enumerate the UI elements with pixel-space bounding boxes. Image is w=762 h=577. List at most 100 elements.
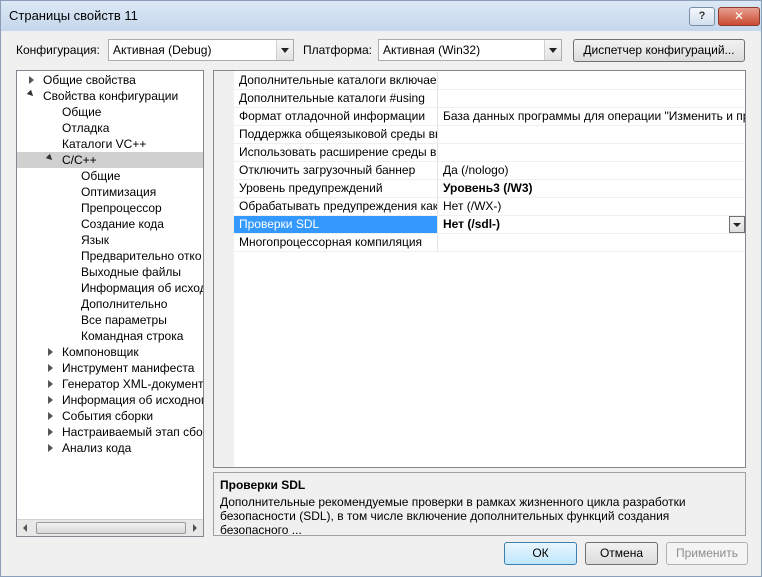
property-row-additional-include-dirs[interactable]: Дополнительные каталоги включаем — [234, 72, 745, 90]
tree-item-precompiled-headers[interactable]: Предварительно отко — [17, 248, 203, 264]
expand-arrow-icon[interactable] — [48, 412, 53, 420]
close-button[interactable]: ✕ — [718, 7, 760, 26]
expand-arrow-icon[interactable] — [48, 364, 53, 372]
tree-item-browse-information[interactable]: Информация об исход — [17, 280, 203, 296]
tree-item-code-generation[interactable]: Создание кода — [17, 216, 203, 232]
expand-arrow-icon[interactable] — [48, 428, 53, 436]
tree-item-label: Общие — [81, 169, 121, 183]
property-row-additional-using-dirs[interactable]: Дополнительные каталоги #using — [234, 90, 745, 108]
property-value[interactable]: Уровень3 (/W3) — [439, 180, 745, 197]
property-row-windows-runtime-ext[interactable]: Использовать расширение среды вы — [234, 144, 745, 162]
property-row-treat-warnings-as-errors[interactable]: Обрабатывать предупреждения как Нет (/WX… — [234, 198, 745, 216]
property-row-sdl-checks[interactable]: Проверки SDL Нет (/sdl-) — [234, 216, 745, 234]
tree-item-language[interactable]: Язык — [17, 232, 203, 248]
platform-combo[interactable]: Активная (Win32) — [378, 39, 562, 61]
property-value[interactable]: Да (/nologo) — [439, 162, 745, 179]
property-value[interactable]: Нет (/sdl-) — [439, 216, 745, 233]
property-name: Обрабатывать предупреждения как — [234, 198, 438, 215]
configuration-manager-button[interactable]: Диспетчер конфигураций... — [573, 39, 745, 62]
tree-item-preprocessor[interactable]: Препроцессор — [17, 200, 203, 216]
property-row-suppress-banner[interactable]: Отключить загрузочный баннер Да (/nologo… — [234, 162, 745, 180]
tree-item-label: Информация об исходном — [62, 393, 204, 407]
tree-horizontal-scrollbar[interactable] — [17, 519, 203, 536]
tree-item-advanced[interactable]: Дополнительно — [17, 296, 203, 312]
expand-arrow-icon[interactable] — [29, 76, 34, 84]
scroll-left-arrow-icon[interactable] — [17, 520, 34, 536]
apply-button[interactable]: Применить — [666, 542, 748, 565]
tree-item-label: Язык — [81, 233, 110, 247]
tree-item-custom-build-step[interactable]: Настраиваемый этап сбор — [17, 424, 203, 440]
tree-item-code-analysis[interactable]: Анализ кода — [17, 440, 203, 456]
tree-item-manifest-tool[interactable]: Инструмент манифеста — [17, 360, 203, 376]
tree-item-cpp[interactable]: C/C++ — [17, 152, 203, 168]
tree-item-label: Дополнительно — [81, 297, 168, 311]
tree-item-output-files[interactable]: Выходные файлы — [17, 264, 203, 280]
chevron-down-icon[interactable] — [729, 216, 745, 233]
tree-item-label: Выходные файлы — [81, 265, 182, 279]
title-bar: Страницы свойств 11 ? ✕ — [1, 1, 761, 31]
cancel-button[interactable]: Отмена — [585, 542, 658, 565]
tree-item-build-events[interactable]: События сборки — [17, 408, 203, 424]
property-row-clr-support[interactable]: Поддержка общеязыковой среды вы — [234, 126, 745, 144]
configuration-label: Конфигурация: — [16, 43, 100, 57]
property-name: Дополнительные каталоги включаем — [234, 72, 438, 89]
platform-value: Активная (Win32) — [383, 43, 481, 57]
tree-item-linker[interactable]: Компоновщик — [17, 344, 203, 360]
tree-item-label: Командная строка — [81, 329, 184, 343]
property-value[interactable]: Нет (/WX-) — [439, 198, 745, 215]
tree-item-configuration-properties[interactable]: Свойства конфигурации — [17, 88, 203, 104]
expand-arrow-icon[interactable] — [48, 380, 53, 388]
chevron-down-icon[interactable] — [544, 40, 561, 60]
tree-item-label: Инструмент манифеста — [62, 361, 195, 375]
tree-item-label: Настраиваемый этап сбор — [62, 425, 204, 439]
tree-item-label: Предварительно отко — [81, 249, 202, 263]
tree-item-label: Компоновщик — [62, 345, 139, 359]
property-row-multiprocessor-compilation[interactable]: Многопроцессорная компиляция — [234, 234, 745, 252]
expand-arrow-icon[interactable] — [48, 396, 53, 404]
collapse-arrow-icon[interactable] — [45, 153, 55, 163]
window-title: Страницы свойств 11 — [9, 8, 138, 23]
tree-item-label: Генератор XML-документ — [62, 377, 204, 391]
property-row-warning-level[interactable]: Уровень предупреждений Уровень3 (/W3) — [234, 180, 745, 198]
configuration-combo[interactable]: Активная (Debug) — [108, 39, 294, 61]
tree-item-debugging[interactable]: Отладка — [17, 120, 203, 136]
tree-item-xml-document-generator[interactable]: Генератор XML-документ — [17, 376, 203, 392]
property-value[interactable] — [439, 234, 745, 251]
tree-item-label: Анализ кода — [62, 441, 132, 455]
property-value[interactable] — [439, 72, 745, 89]
tree-item-common-properties[interactable]: Общие свойства — [17, 72, 203, 88]
settings-tree[interactable]: Общие свойства Свойства конфигурации Общ… — [16, 70, 204, 537]
tree-item-general[interactable]: Общие — [17, 104, 203, 120]
tree-item-cpp-general[interactable]: Общие — [17, 168, 203, 184]
tree-item-label: Каталоги VC++ — [62, 137, 147, 151]
property-name: Многопроцессорная компиляция — [234, 234, 438, 251]
property-row-debug-info-format[interactable]: Формат отладочной информации База данных… — [234, 108, 745, 126]
description-panel: Проверки SDL Дополнительные рекомендуемы… — [213, 472, 746, 537]
grid-gutter — [214, 71, 234, 467]
tree-item-browse-info[interactable]: Информация об исходном — [17, 392, 203, 408]
tree-item-optimization[interactable]: Оптимизация — [17, 184, 203, 200]
property-value[interactable] — [439, 90, 745, 107]
tree-item-all-options[interactable]: Все параметры — [17, 312, 203, 328]
tree-item-command-line[interactable]: Командная строка — [17, 328, 203, 344]
property-value[interactable]: База данных программы для операции "Изме… — [439, 108, 745, 125]
property-name: Дополнительные каталоги #using — [234, 90, 438, 107]
tree-item-label: Свойства конфигурации — [43, 89, 179, 103]
collapse-arrow-icon[interactable] — [26, 89, 36, 99]
property-grid[interactable]: Дополнительные каталоги включаем Дополни… — [213, 70, 746, 468]
ok-button[interactable]: ОК — [504, 542, 577, 565]
property-value[interactable] — [439, 144, 745, 161]
scroll-right-arrow-icon[interactable] — [186, 520, 203, 536]
expand-arrow-icon[interactable] — [48, 444, 53, 452]
scroll-thumb[interactable] — [36, 522, 186, 534]
property-value[interactable] — [439, 126, 745, 143]
description-text: Дополнительные рекомендуемые проверки в … — [220, 495, 686, 537]
tree-item-label: Общие свойства — [43, 73, 136, 87]
platform-label: Платформа: — [303, 43, 373, 57]
help-button[interactable]: ? — [689, 7, 715, 26]
expand-arrow-icon[interactable] — [48, 348, 53, 356]
property-name: Проверки SDL — [234, 216, 438, 233]
description-title: Проверки SDL — [220, 478, 306, 492]
tree-item-vc-directories[interactable]: Каталоги VC++ — [17, 136, 203, 152]
chevron-down-icon[interactable] — [276, 40, 293, 60]
